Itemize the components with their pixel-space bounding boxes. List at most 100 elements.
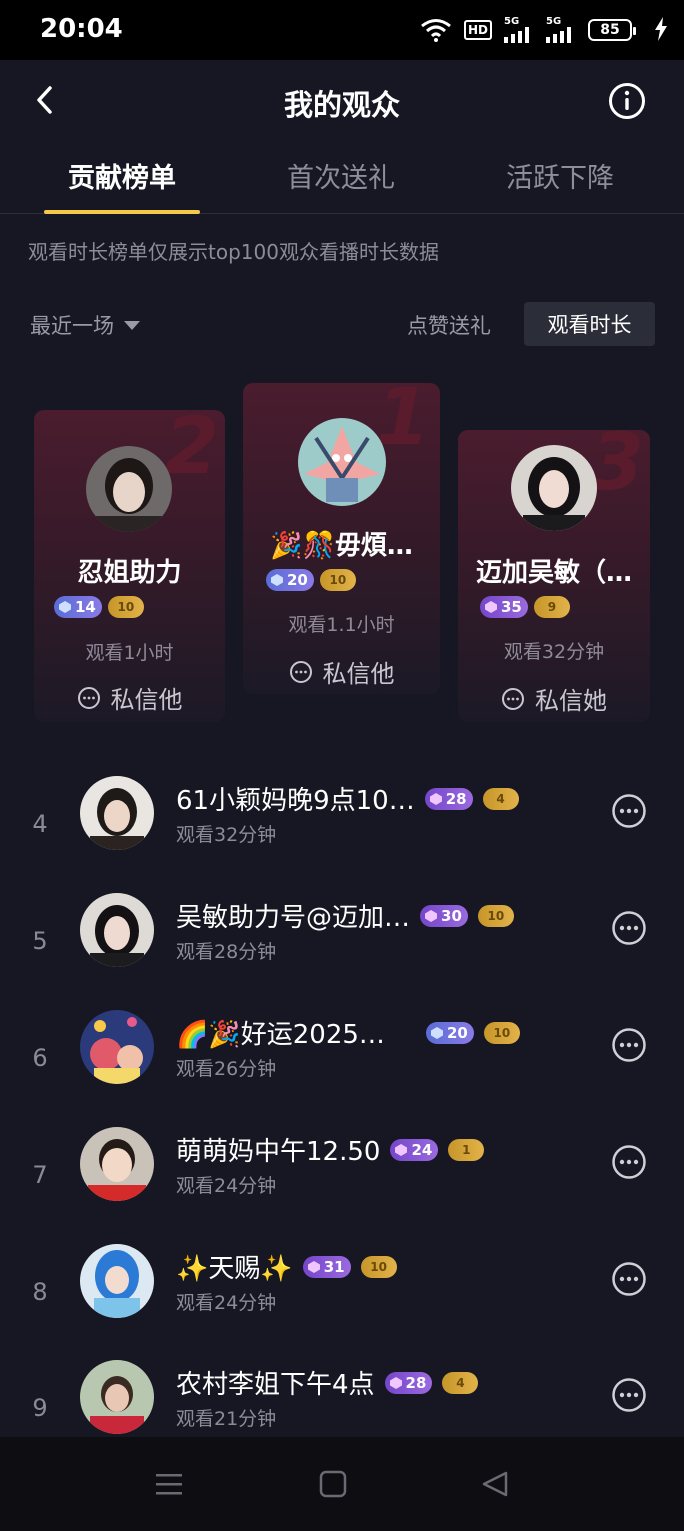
- avatar[interactable]: [80, 1127, 154, 1201]
- chat-bubble-icon: [612, 1378, 646, 1412]
- level-value: 30: [441, 906, 462, 925]
- level-badge: 35: [480, 596, 528, 618]
- message-button[interactable]: [610, 909, 648, 947]
- gem-icon: [485, 601, 497, 613]
- viewer-name-line: 农村李姐下午4点 28 4: [176, 1364, 479, 1401]
- list-item[interactable]: 4 61小颖妈晚9点10… 28 4 观看32分钟: [0, 776, 684, 892]
- gem-icon: [425, 909, 438, 922]
- gem-icon: [389, 1376, 402, 1389]
- message-button[interactable]: [610, 1026, 648, 1064]
- direct-message-button[interactable]: 私信他: [243, 654, 440, 689]
- tab-contribution[interactable]: 贡献榜单: [12, 156, 232, 195]
- viewer-name: 吴敏助力号@迈加…: [176, 903, 411, 933]
- viewer-badges: 20 10: [266, 569, 356, 591]
- watch-duration: 观看24分钟: [176, 1292, 277, 1314]
- viewer-name: 🌈🎉好运2025✨…: [176, 1020, 416, 1050]
- viewer-name-line: 🌈🎉好运2025✨… 20 10: [176, 1014, 520, 1051]
- status-time: 20:04: [40, 14, 123, 44]
- watch-duration: 观看1.1小时: [288, 614, 395, 636]
- level-badge: 28: [384, 1371, 433, 1394]
- signal-icon-1: 5G: [504, 17, 534, 43]
- list-item[interactable]: 6 🌈🎉好运2025✨… 20 10 观看26分钟: [0, 1010, 684, 1126]
- chat-bubble-icon: [612, 1262, 646, 1296]
- direct-message-label: 私信她: [535, 687, 607, 715]
- viewer-name: 迈加吴敏（…: [475, 558, 632, 588]
- sort-likes-gifts-button[interactable]: 点赞送礼: [407, 310, 491, 340]
- message-button[interactable]: [610, 1143, 648, 1181]
- home-icon[interactable]: [318, 1469, 348, 1499]
- level-badge: 30: [420, 904, 468, 927]
- battery-level: 85: [600, 22, 620, 38]
- viewer-name: 🎉🎊毋煩…: [270, 531, 413, 561]
- message-button[interactable]: [610, 792, 648, 830]
- avatar[interactable]: [86, 446, 172, 532]
- list-item[interactable]: 5 吴敏助力号@迈加… 30 10 观看28分钟: [0, 893, 684, 1009]
- top-nav-bar: 我的观众: [0, 60, 684, 144]
- viewer-name: 农村李姐下午4点: [176, 1370, 375, 1400]
- level-badge: 31: [302, 1255, 351, 1278]
- viewer-name: 忍姐助力: [77, 558, 182, 588]
- caret-down-icon: [124, 320, 140, 330]
- chat-bubble-icon: [612, 794, 646, 828]
- message-button[interactable]: [610, 1376, 648, 1414]
- avatar[interactable]: [80, 893, 154, 967]
- level-value: 28: [445, 789, 467, 808]
- avatar[interactable]: [80, 776, 154, 850]
- avatar[interactable]: [298, 418, 386, 506]
- charging-icon: [654, 17, 668, 45]
- viewer-name: ✨天赐✨: [176, 1254, 293, 1284]
- info-icon: [609, 83, 645, 119]
- level-badge: 24: [390, 1138, 439, 1161]
- viewer-badges: 14 10: [54, 596, 144, 618]
- chat-bubble-icon: [612, 1028, 646, 1062]
- signal-icon-2: 5G: [546, 17, 576, 43]
- gem-icon: [429, 792, 442, 805]
- rank-number: 3: [589, 430, 644, 508]
- list-item[interactable]: 8 ✨天赐✨ 31 10 观看24分钟: [0, 1244, 684, 1360]
- watch-duration: 观看21分钟: [176, 1408, 277, 1430]
- hd-icon: HD: [463, 20, 492, 40]
- avatar[interactable]: [80, 1244, 154, 1318]
- viewer-badges: 35 9: [480, 596, 570, 618]
- list-item[interactable]: 7 萌萌妈中午12.50 24 1 观看24分钟: [0, 1127, 684, 1243]
- session-filter-dropdown[interactable]: 最近一场: [30, 310, 140, 340]
- tab-activity-drop[interactable]: 活跃下降: [450, 156, 670, 195]
- rank-number: 7: [32, 1161, 48, 1189]
- direct-message-label: 私信他: [110, 686, 183, 714]
- gem-icon: [395, 1143, 408, 1156]
- avatar[interactable]: [511, 445, 597, 531]
- sort-watch-time-button[interactable]: 观看时长: [524, 302, 655, 346]
- session-filter-label: 最近一场: [30, 314, 114, 338]
- watch-duration: 观看32分钟: [176, 824, 277, 846]
- podium-card-rank-2[interactable]: 2 忍姐助力 14 10 观看1小时 私信他: [34, 410, 225, 722]
- viewer-name: 萌萌妈中午12.50: [176, 1137, 381, 1167]
- watch-duration: 观看1小时: [85, 642, 174, 664]
- tab-first-gift[interactable]: 首次送礼: [231, 156, 451, 195]
- level-value: 20: [447, 1023, 468, 1042]
- info-button[interactable]: [608, 82, 646, 120]
- watch-duration: 观看26分钟: [176, 1058, 277, 1080]
- direct-message-button[interactable]: 私信他: [34, 680, 225, 715]
- system-navigation-bar: [0, 1437, 684, 1531]
- podium-card-rank-3[interactable]: 3 迈加吴敏（… 35 9 观看32分钟 私信她: [458, 430, 650, 722]
- direct-message-label: 私信他: [322, 660, 395, 688]
- tab-bar: 贡献榜单 首次送礼 活跃下降: [0, 148, 684, 214]
- diamond-icon: [431, 1026, 443, 1039]
- diamond-icon: [271, 574, 283, 586]
- fan-club-badge: 10: [107, 596, 144, 618]
- recent-apps-icon[interactable]: [154, 1469, 184, 1499]
- avatar[interactable]: [80, 1010, 154, 1084]
- avatar[interactable]: [80, 1360, 154, 1434]
- page-title: 我的观众: [283, 88, 400, 122]
- level-value: 24: [411, 1140, 433, 1159]
- watch-duration: 观看28分钟: [176, 941, 277, 963]
- level-badge: 14: [54, 596, 102, 618]
- level-badge: 28: [424, 787, 473, 810]
- podium-card-rank-1[interactable]: 1 🎉🎊毋煩… 20 10 观看1.1小时 私信他: [243, 383, 440, 694]
- back-triangle-icon[interactable]: [480, 1469, 510, 1499]
- chat-bubble-icon: [77, 686, 100, 709]
- message-button[interactable]: [610, 1260, 648, 1298]
- direct-message-button[interactable]: 私信她: [458, 681, 650, 716]
- gem-icon: [307, 1260, 320, 1273]
- level-value: 14: [75, 598, 96, 616]
